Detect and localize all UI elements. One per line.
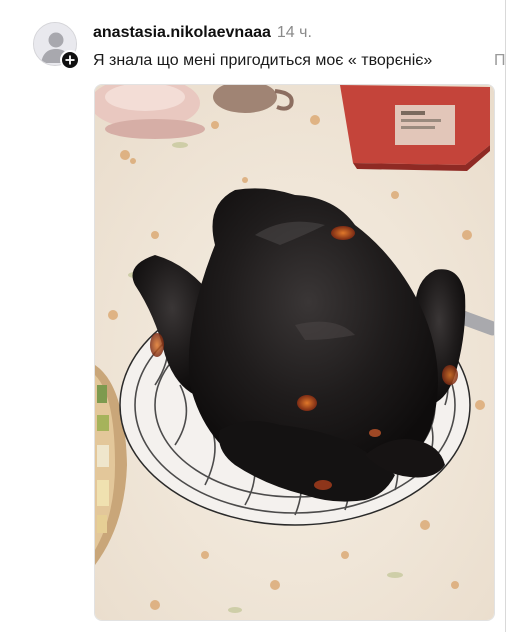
translate-link[interactable]: П — [494, 51, 506, 71]
post-header: anastasia.nikolaevnaaa 14 ч. — [93, 22, 312, 44]
username[interactable]: anastasia.nikolaevnaaa — [93, 24, 271, 41]
post-timestamp[interactable]: 14 ч. — [277, 24, 312, 41]
post-caption: Я знала що мені пригодиться моє « творєн… — [93, 52, 433, 69]
post-photo[interactable] — [94, 84, 495, 621]
plus-icon — [65, 55, 75, 65]
threads-post: anastasia.nikolaevnaaa 14 ч. Я знала що м… — [0, 0, 506, 632]
burnt-chicken-photo — [95, 85, 494, 620]
follow-button[interactable] — [60, 50, 80, 70]
